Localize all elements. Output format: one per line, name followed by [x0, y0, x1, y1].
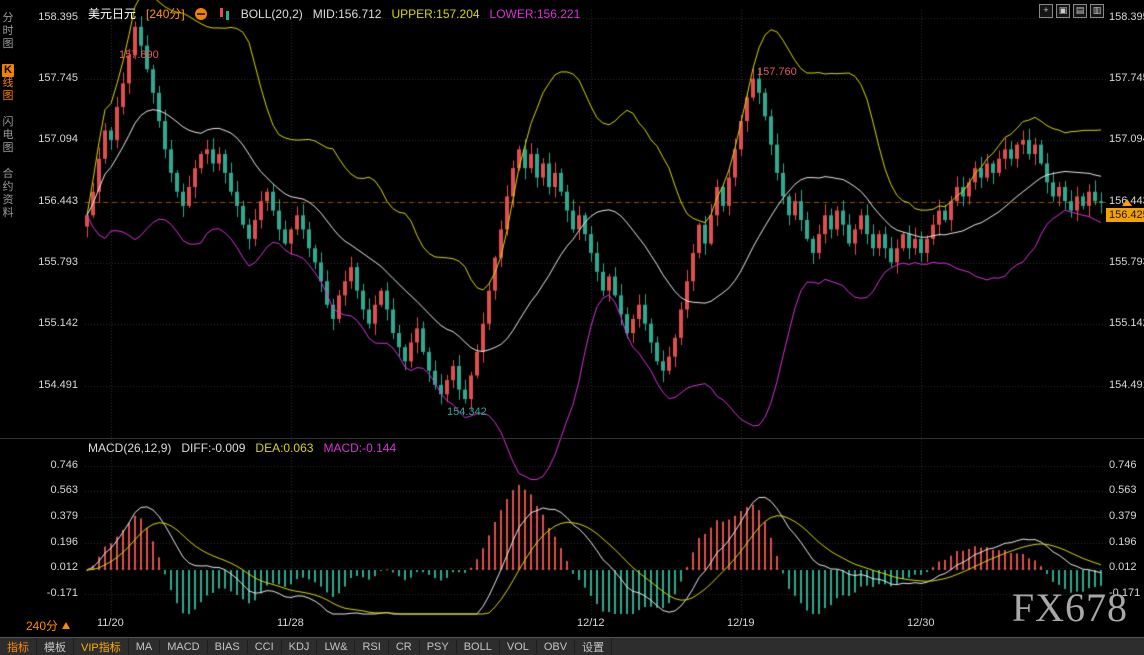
footer-period-selector[interactable]: 240分: [26, 617, 70, 634]
footer-tab-ma[interactable]: MA: [129, 640, 161, 654]
footer-period-label: 240分: [26, 617, 58, 634]
footer-tab-indicator[interactable]: 指标: [0, 638, 37, 655]
sidebar-item-char: 图: [3, 142, 14, 155]
sidebar-item-char: 闪: [3, 116, 14, 129]
fx678-watermark: FX678: [1012, 584, 1128, 631]
sidebar-item-char: 图: [2, 90, 13, 103]
chart-canvas[interactable]: [0, 0, 1144, 655]
sidebar-item-char: 合: [3, 168, 14, 181]
sidebar-item-timeshare-chart[interactable]: 分时图: [3, 12, 14, 51]
footer-tab-rsi[interactable]: RSI: [355, 640, 388, 654]
indicator-toolbar: 指标模板VIP指标MAMACDBIASCCIKDJLW&RSICRPSYBOLL…: [0, 637, 1144, 655]
sidebar-item-char: K: [2, 64, 14, 77]
footer-tab-kdj[interactable]: KDJ: [282, 640, 318, 654]
single-panel-icon[interactable]: ▣: [1056, 4, 1070, 18]
footer-tab-cr[interactable]: CR: [389, 640, 420, 654]
boll-upper-value: UPPER:157.204: [391, 7, 479, 21]
chart-header: 美元日元 [240分] BOLL(20,2) MID:156.712 UPPER…: [88, 5, 580, 22]
macd-bar-value: MACD:-0.144: [323, 441, 396, 455]
tile-columns-icon[interactable]: ▥: [1090, 4, 1104, 18]
sidebar-item-char: 分: [3, 12, 14, 25]
footer-tab-vol[interactable]: VOL: [500, 640, 537, 654]
footer-tab-vip-indicator[interactable]: VIP指标: [74, 638, 129, 655]
footer-tab-psy[interactable]: PSY: [420, 640, 457, 654]
macd-header: MACD(26,12,9) DIFF:-0.009 DEA:0.063 MACD…: [88, 441, 396, 455]
footer-tab-cci[interactable]: CCI: [248, 640, 282, 654]
price-marker-arrow: [1122, 199, 1132, 206]
window-layout-icons: +▣▤▥: [1039, 4, 1104, 18]
chevron-up-icon: [62, 622, 70, 629]
sidebar-item-lightning-chart[interactable]: 闪电图: [3, 116, 14, 155]
sidebar-item-kline-chart[interactable]: K线图: [2, 64, 14, 103]
sidebar-item-char: 线: [2, 77, 13, 90]
add-panel-icon[interactable]: +: [1039, 4, 1053, 18]
macd-diff-value: DIFF:-0.009: [181, 441, 245, 455]
sidebar-item-char: 约: [3, 181, 14, 194]
footer-tab-settings[interactable]: 设置: [575, 638, 612, 655]
sidebar-item-char: 图: [3, 38, 14, 51]
panel-divider: [0, 438, 1144, 439]
footer-tab-bias[interactable]: BIAS: [208, 640, 248, 654]
sidebar-item-char: 资: [3, 194, 14, 207]
sidebar-item-char: 料: [3, 207, 14, 220]
chart-type-sidebar: 分时图K线图闪电图合约资料: [0, 0, 16, 655]
candle-chart-icon: [217, 7, 231, 21]
macd-indicator-label: MACD(26,12,9): [88, 441, 171, 455]
tile-rows-icon[interactable]: ▤: [1073, 4, 1087, 18]
last-price-badge: 156.425: [1106, 208, 1144, 222]
sidebar-item-char: 电: [3, 129, 14, 142]
boll-lower-value: LOWER:156.221: [490, 7, 581, 21]
sidebar-item-contract-info[interactable]: 合约资料: [3, 168, 14, 220]
macd-dea-value: DEA:0.063: [255, 441, 313, 455]
boll-indicator-label: BOLL(20,2): [241, 7, 303, 21]
period-label[interactable]: [240分]: [146, 5, 185, 22]
footer-tab-lw[interactable]: LW&: [317, 640, 355, 654]
boll-mid-value: MID:156.712: [313, 7, 382, 21]
symbol-name: 美元日元: [88, 5, 136, 22]
chart-application-window: 美元日元 [240分] BOLL(20,2) MID:156.712 UPPER…: [0, 0, 1144, 655]
sidebar-item-char: 时: [3, 25, 14, 38]
zoom-out-icon[interactable]: [195, 8, 207, 20]
footer-tab-boll[interactable]: BOLL: [457, 640, 500, 654]
footer-tab-macd[interactable]: MACD: [160, 640, 207, 654]
footer-tab-template[interactable]: 模板: [37, 638, 74, 655]
footer-tab-obv[interactable]: OBV: [537, 640, 575, 654]
